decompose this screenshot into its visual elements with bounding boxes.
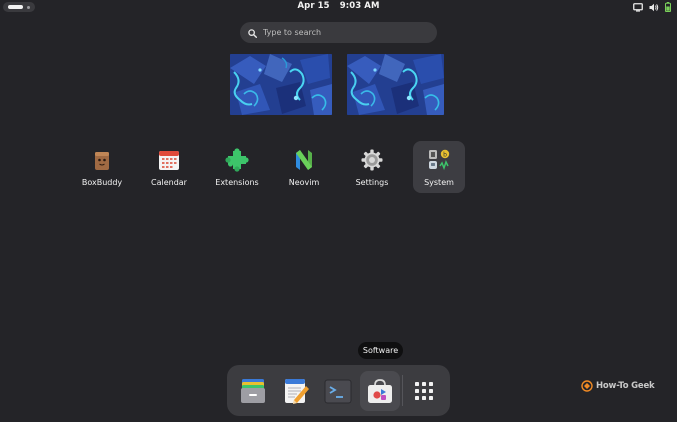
- dock-item-show-apps[interactable]: [404, 371, 444, 411]
- software-icon: [368, 379, 392, 403]
- howtogeek-logo-icon: [581, 380, 593, 392]
- dock-item-software[interactable]: [360, 371, 400, 411]
- boxbuddy-icon: [90, 148, 114, 172]
- watermark-text: How-To Geek: [596, 381, 655, 391]
- puzzle-icon: [225, 148, 249, 172]
- battery-icon[interactable]: [665, 2, 671, 12]
- search-bar[interactable]: [240, 22, 437, 43]
- wallpaper-image: [347, 54, 444, 115]
- neovim-icon: [292, 148, 316, 172]
- dock-item-text-editor[interactable]: [276, 371, 316, 411]
- dock-item-terminal[interactable]: [318, 371, 358, 411]
- app-label: BoxBuddy: [81, 178, 123, 187]
- app-label: Neovim: [288, 178, 320, 187]
- dock: [227, 365, 450, 416]
- workspace-thumbnail-2[interactable]: [347, 54, 444, 115]
- watermark: How-To Geek: [581, 380, 655, 392]
- workspace-thumbnail-1[interactable]: [230, 54, 332, 115]
- text-editor-icon: [285, 379, 309, 404]
- screen-share-icon[interactable]: [633, 2, 643, 12]
- dock-tooltip: Software: [358, 342, 403, 359]
- app-label: Calendar: [151, 178, 187, 187]
- clock[interactable]: Apr 15 9:03 AM: [0, 1, 677, 11]
- app-folder-system[interactable]: b System: [413, 141, 465, 193]
- clock-date: Apr 15: [297, 1, 330, 11]
- app-calendar[interactable]: Calendar: [143, 141, 195, 193]
- top-bar: Apr 15 9:03 AM: [0, 0, 677, 14]
- clock-time: 9:03 AM: [339, 1, 380, 11]
- terminal-icon: [324, 379, 352, 404]
- app-grid-icon: [415, 382, 433, 400]
- calendar-icon: [157, 148, 181, 172]
- app-boxbuddy[interactable]: BoxBuddy: [76, 141, 128, 193]
- app-neovim[interactable]: Neovim: [278, 141, 330, 193]
- app-settings[interactable]: Settings: [346, 141, 398, 193]
- dock-item-files[interactable]: [233, 371, 273, 411]
- system-folder-icon: b: [427, 148, 451, 172]
- gear-icon: [360, 148, 384, 172]
- app-label: System: [424, 178, 454, 187]
- files-icon: [241, 379, 265, 403]
- search-input[interactable]: [263, 28, 423, 37]
- svg-text:b: b: [443, 152, 447, 159]
- volume-icon[interactable]: [649, 3, 659, 12]
- system-tray[interactable]: [633, 1, 671, 13]
- app-label: Settings: [355, 178, 389, 187]
- dock-separator: [402, 375, 403, 406]
- search-icon: [248, 23, 258, 42]
- app-label: Extensions: [215, 178, 259, 187]
- wallpaper-image: [230, 54, 332, 115]
- app-extensions[interactable]: Extensions: [211, 141, 263, 193]
